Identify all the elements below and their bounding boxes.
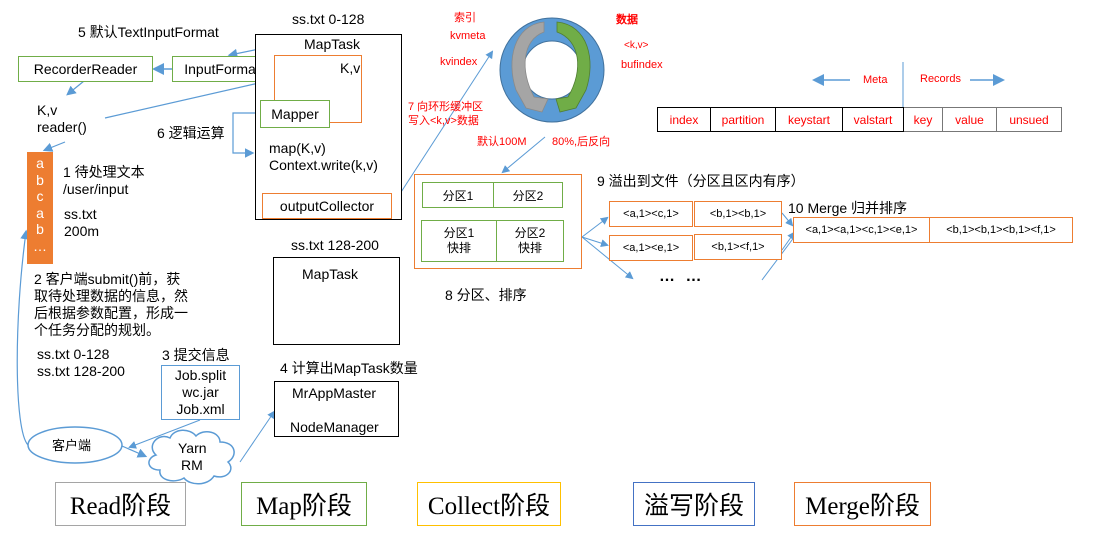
stage-merge: Merge阶段 [794,482,931,526]
kvmeta-label: kvmeta [450,30,486,42]
step1-file: ss.txt [64,206,97,222]
split-line-1: ss.txt 0-128 [37,346,110,362]
kv-angle-label: <k,v> [624,40,649,51]
meta-cell-valstart: valstart [843,107,904,132]
file-char: b [36,221,44,237]
arrow-partition-spill1 [581,216,609,238]
partition1-sort-cell: 分区1 快排 [421,220,497,262]
rm-label: RM [181,457,203,473]
merged-file-box[interactable]: <a,1><a,1><c,1><e,1> <b,1><b,1><b,1><f,1… [793,217,1073,243]
bufindex-label: bufindex [621,59,663,71]
split2-label: ss.txt 128-200 [291,237,379,253]
split-line-2: ss.txt 128-200 [37,363,125,379]
spill-file-1-part-2[interactable]: <b,1><b,1> [694,201,782,227]
step7-line-2: 写入<k,v>数据 [408,115,479,127]
step1-size: 200m [64,223,100,239]
spill-ellipsis: … … [659,268,705,285]
step9-label: 9 溢出到文件（分区且区内有序） [597,173,805,189]
step5-label: 5 默认TextInputFormat [78,24,219,40]
job-split-file: Job.split [174,367,227,383]
job-xml-file: Job.xml [176,401,225,417]
step2-line: 2 客户端submit()前，获 [34,271,181,287]
partition2-sort-cell: 分区2 快排 [496,220,564,262]
data-label: 数据 [616,14,638,26]
arrow-reader-file [42,141,66,152]
arrow-reader-kv [66,80,85,96]
buffer-layout-table: index partition keystart valstart key va… [657,107,1062,132]
records-label: Records [920,73,961,85]
file-char: a [36,155,44,171]
input-file-block: a b c a b… [27,152,53,264]
step1-path: /user/input [63,181,129,197]
arrow-client-yarn [121,445,148,458]
file-char: a [36,204,44,221]
partition1-sort-title: 分区1 [443,226,475,240]
meta-label: Meta [863,74,888,86]
maptask2-box: MapTask [273,257,400,345]
stage-map: Map阶段 [241,482,367,526]
output-collector-box[interactable]: outputCollector [262,193,392,219]
maptask-kv-label: K,v [340,60,361,76]
spill-file-1-part-1[interactable]: <a,1><c,1> [609,201,693,227]
record-cell-unsued: unsued [997,107,1062,132]
spill-file-2-part-1[interactable]: <a,1><e,1> [609,235,693,261]
kv-label: K,v [37,102,58,118]
job-files-box: Job.split wc.jar Job.xml [161,365,240,420]
record-cell-key: key [904,107,943,132]
meta-cell-index: index [657,107,711,132]
split1-label: ss.txt 0-128 [292,11,365,27]
step2-text: 2 客户端submit()前，获 取待处理数据的信息，然 后根据参数配置，形成一… [34,271,188,339]
ring-buffer-icon [499,17,605,123]
record-cell-value: value [943,107,997,132]
stage-spill: 溢写阶段 [633,482,755,526]
file-char: … [33,237,47,254]
step2-line: 个任务分配的规划。 [34,322,160,338]
stage-collect: Collect阶段 [417,482,561,526]
mapper-box[interactable]: Mapper [260,100,330,128]
node-manager-label: NodeManager [290,419,379,435]
step2-line: 取待处理数据的信息，然 [34,288,188,304]
index-label: 索引 [454,12,476,24]
app-master-label: MrAppMaster [292,385,377,401]
map-call-label: map(K,v) [269,140,326,156]
step10-label: 10 Merge 归并排序 [788,200,908,216]
partition1-cell: 分区1 [422,182,494,208]
recorder-reader-box[interactable]: RecorderReader [18,56,153,82]
step8-label: 8 分区、排序 [445,287,527,303]
context-write-label: Context.write(k,v) [269,157,378,173]
reader-call-label: reader() [37,119,87,135]
step6-label: 6 逻辑运算 [157,125,225,141]
arrow-partition-spill2 [581,236,609,247]
step4-title: 4 计算出MapTask数量 [280,360,418,376]
spill-file-2-part-2[interactable]: <b,1><f,1> [694,234,782,260]
client-label[interactable]: 客户端 [52,437,91,454]
file-char: b [36,171,44,188]
partition2-sort-title: 分区2 [514,226,546,240]
step1-title: 1 待处理文本 [63,164,145,180]
partition2-cell: 分区2 [493,182,563,208]
maptask2-label: MapTask [302,266,359,282]
default-size-label: 默认100M [477,136,527,148]
file-char: c [36,188,44,204]
step3-title: 3 提交信息 [162,347,230,363]
yarn-label: Yarn [178,440,207,456]
partition1-sort-method: 快排 [446,241,471,255]
appmaster-box: MrAppMaster NodeManager [274,381,399,437]
step2-line: 后根据参数配置，形成一 [34,305,188,321]
kvindex-label: kvindex [440,56,478,68]
stage-read: Read阶段 [55,482,186,526]
arrow-yarn-appmaster [239,410,276,463]
maptask-label: MapTask [304,36,361,52]
meta-cell-partition: partition [711,107,776,132]
wc-jar-file: wc.jar [182,384,219,400]
step7-line-1: 7 向环形缓冲区 [408,101,484,113]
reverse-label: 80%,后反向 [552,136,611,148]
merged-part-2: <b,1><b,1><b,1><f,1> [946,224,1056,236]
meta-cell-keystart: keystart [776,107,843,132]
merged-part-1: <a,1><a,1><c,1><e,1> [794,218,930,242]
partition2-sort-method: 快排 [517,241,542,255]
